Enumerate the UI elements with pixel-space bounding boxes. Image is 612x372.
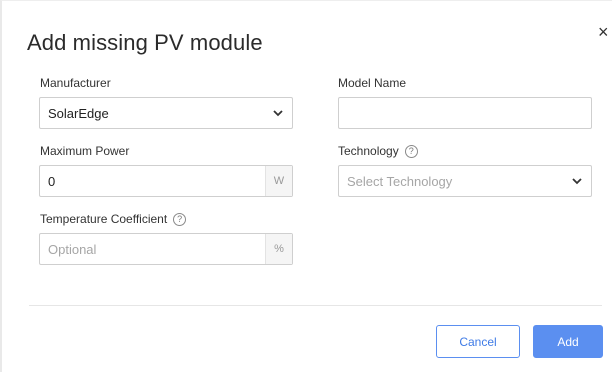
manufacturer-select[interactable]: SolarEdge: [39, 97, 293, 129]
close-icon[interactable]: ×: [598, 23, 609, 41]
temperature-coefficient-label: Temperature Coefficient ?: [40, 212, 187, 226]
technology-placeholder: Select Technology: [347, 173, 453, 189]
help-icon[interactable]: ?: [404, 144, 418, 158]
model-name-input[interactable]: [338, 97, 592, 129]
help-icon[interactable]: ?: [173, 212, 187, 226]
maximum-power-input[interactable]: 0 W: [39, 165, 293, 197]
cancel-button[interactable]: Cancel: [436, 325, 520, 358]
maximum-power-label-text: Maximum Power: [40, 144, 130, 158]
add-pv-module-dialog: Add missing PV module × Manufacturer Sol…: [0, 0, 612, 372]
technology-select[interactable]: Select Technology: [338, 165, 592, 197]
manufacturer-value: SolarEdge: [48, 105, 109, 121]
maximum-power-value: 0: [48, 173, 56, 189]
technology-label: Technology ?: [338, 144, 418, 158]
footer-divider: [29, 305, 602, 306]
maximum-power-unit: W: [265, 166, 292, 196]
maximum-power-label: Maximum Power: [40, 144, 129, 158]
manufacturer-label: Manufacturer: [40, 76, 111, 90]
dialog-title: Add missing PV module: [27, 30, 263, 55]
technology-label-text: Technology: [338, 144, 399, 158]
add-button[interactable]: Add: [533, 325, 603, 358]
model-name-label-text: Model Name: [338, 76, 407, 90]
temperature-coefficient-label-text: Temperature Coefficient: [40, 212, 168, 226]
chevron-down-icon: [264, 109, 292, 117]
temperature-coefficient-placeholder: Optional: [48, 241, 97, 257]
temperature-coefficient-input[interactable]: Optional %: [39, 233, 293, 265]
model-name-label: Model Name: [338, 76, 406, 90]
manufacturer-label-text: Manufacturer: [40, 76, 111, 90]
chevron-down-icon: [563, 177, 591, 185]
temperature-coefficient-unit: %: [265, 234, 292, 264]
